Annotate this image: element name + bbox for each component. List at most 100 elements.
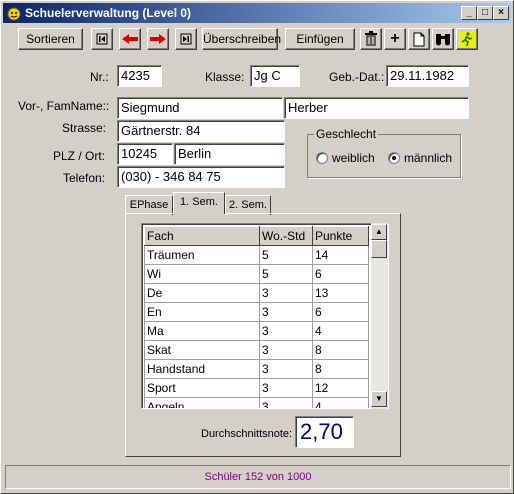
- einfuegen-button[interactable]: Einfügen: [285, 28, 355, 50]
- vorname-field[interactable]: Siegmund: [117, 97, 283, 119]
- binoculars-icon: [436, 34, 450, 46]
- cell-wo-std[interactable]: 5: [259, 264, 313, 284]
- cell-punkte[interactable]: 4: [312, 321, 369, 341]
- add-button[interactable]: +: [384, 28, 406, 50]
- famname-field[interactable]: Herber: [284, 97, 469, 119]
- header-fach[interactable]: Fach: [144, 226, 260, 246]
- cell-fach[interactable]: Wi: [144, 264, 260, 284]
- radio-selected-dot: [392, 156, 396, 160]
- main-window: Schuelerverwaltung (Level 0) _ □ × Sorti…: [0, 0, 514, 494]
- durchschnittsnote-label: Durchschnittsnote:: [201, 428, 293, 440]
- header-wo-std[interactable]: Wo.-Std: [259, 226, 313, 246]
- maximize-button[interactable]: □: [477, 6, 493, 20]
- arrow-left-icon: [122, 34, 138, 44]
- table-row[interactable]: Träumen 5 14: [144, 245, 369, 265]
- maennlich-label[interactable]: männlich: [404, 151, 452, 165]
- cell-wo-std[interactable]: 3: [259, 283, 313, 303]
- scroll-up-button[interactable]: ▲: [371, 224, 387, 240]
- table-row[interactable]: Angeln 3 4: [144, 397, 369, 408]
- search-button[interactable]: [432, 28, 454, 50]
- cell-punkte[interactable]: 8: [312, 340, 369, 360]
- geburtsdatum-field[interactable]: 29.11.1982: [386, 65, 469, 87]
- geschlecht-legend: Geschlecht: [314, 127, 379, 141]
- telefon-field[interactable]: (030) - 346 84 75: [117, 166, 285, 188]
- exit-button[interactable]: [456, 28, 478, 50]
- cell-fach[interactable]: Angeln: [144, 397, 260, 408]
- cell-wo-std[interactable]: 3: [259, 340, 313, 360]
- close-button[interactable]: ×: [493, 6, 509, 20]
- cell-wo-std[interactable]: 3: [259, 397, 313, 408]
- ueberschreiben-button[interactable]: Überschreiben: [202, 28, 281, 50]
- strasse-field[interactable]: Gärtnerstr. 84: [117, 120, 285, 142]
- app-icon: [7, 7, 21, 21]
- table-row[interactable]: De 3 13: [144, 283, 369, 303]
- scroll-down-button[interactable]: ▼: [371, 391, 387, 407]
- status-bar: Schüler 152 von 1000: [5, 465, 511, 489]
- cell-fach[interactable]: Ma: [144, 321, 260, 341]
- title-bar[interactable]: Schuelerverwaltung (Level 0) _ □ ×: [3, 3, 511, 23]
- maennlich-radio[interactable]: [388, 152, 400, 164]
- arrow-right-icon: [150, 34, 166, 44]
- running-man-exit-icon: [459, 31, 475, 47]
- cell-fach[interactable]: Handstand: [144, 359, 260, 379]
- cell-punkte[interactable]: 14: [312, 245, 369, 265]
- table-row[interactable]: Wi 5 6: [144, 264, 369, 284]
- weiblich-radio[interactable]: [316, 152, 328, 164]
- weiblich-label[interactable]: weiblich: [332, 151, 375, 165]
- new-document-button[interactable]: [408, 28, 430, 50]
- previous-record-button[interactable]: [119, 28, 141, 50]
- tab-ephase[interactable]: EPhase: [125, 195, 173, 215]
- grid-vertical-scrollbar[interactable]: ▲ ▼: [371, 223, 388, 409]
- cell-punkte[interactable]: 6: [312, 302, 369, 322]
- name-label: Vor-, FamName::: [18, 99, 110, 113]
- new-document-icon: [413, 32, 425, 46]
- tab-1-sem[interactable]: 1. Sem.: [173, 192, 225, 214]
- ort-field[interactable]: Berlin: [174, 143, 285, 165]
- nr-field[interactable]: 4235: [117, 65, 162, 87]
- cell-fach[interactable]: Träumen: [144, 245, 260, 265]
- cell-punkte[interactable]: 12: [312, 378, 369, 398]
- header-row: Fach Wo.-Std Punkte: [144, 226, 369, 246]
- durchschnittsnote-value: 2,70: [295, 416, 354, 448]
- plz-ort-label: PLZ / Ort:: [53, 149, 106, 163]
- cell-fach[interactable]: En: [144, 302, 260, 322]
- cell-wo-std[interactable]: 5: [259, 245, 313, 265]
- klasse-field[interactable]: Jg C: [250, 65, 300, 87]
- minimize-button[interactable]: _: [461, 6, 477, 20]
- cell-punkte[interactable]: 6: [312, 264, 369, 284]
- table-row[interactable]: Skat 3 8: [144, 340, 369, 360]
- cell-wo-std[interactable]: 3: [259, 321, 313, 341]
- delete-button[interactable]: [360, 28, 382, 50]
- cell-wo-std[interactable]: 3: [259, 359, 313, 379]
- cell-punkte[interactable]: 13: [312, 283, 369, 303]
- cell-fach[interactable]: Skat: [144, 340, 260, 360]
- table-row[interactable]: En 3 6: [144, 302, 369, 322]
- first-record-icon: [96, 33, 108, 45]
- table-row[interactable]: Ma 3 4: [144, 321, 369, 341]
- cell-fach[interactable]: Sport: [144, 378, 260, 398]
- window-title: Schuelerverwaltung (Level 0): [25, 6, 192, 20]
- grades-grid[interactable]: Fach Wo.-Std Punkte Träumen 5 14 Wi 5 6 De 3 1…: [141, 223, 389, 409]
- geschlecht-group: Geschlecht weiblich männlich: [307, 127, 461, 178]
- tab-2-sem[interactable]: 2. Sem.: [225, 195, 271, 215]
- trash-icon: [365, 31, 377, 46]
- strasse-label: Strasse:: [62, 121, 107, 135]
- scroll-thumb[interactable]: [371, 240, 387, 258]
- next-record-button[interactable]: [147, 28, 169, 50]
- last-record-button[interactable]: [175, 28, 197, 50]
- table-row[interactable]: Sport 3 12: [144, 378, 369, 398]
- cell-wo-std[interactable]: 3: [259, 302, 313, 322]
- geburtsdatum-label: Geb.-Dat.:: [329, 70, 385, 84]
- header-punkte[interactable]: Punkte: [312, 226, 369, 246]
- table-row[interactable]: Handstand 3 8: [144, 359, 369, 379]
- sortieren-button[interactable]: Sortieren: [18, 28, 83, 50]
- last-record-icon: [180, 33, 192, 45]
- cell-punkte[interactable]: 8: [312, 359, 369, 379]
- cell-wo-std[interactable]: 3: [259, 378, 313, 398]
- grades-table: Fach Wo.-Std Punkte Träumen 5 14 Wi 5 6 De 3 1…: [144, 226, 369, 408]
- plz-field[interactable]: 10245: [117, 143, 173, 165]
- cell-punkte[interactable]: 4: [312, 397, 369, 408]
- first-record-button[interactable]: [91, 28, 113, 50]
- telefon-label: Telefon:: [63, 171, 106, 185]
- cell-fach[interactable]: De: [144, 283, 260, 303]
